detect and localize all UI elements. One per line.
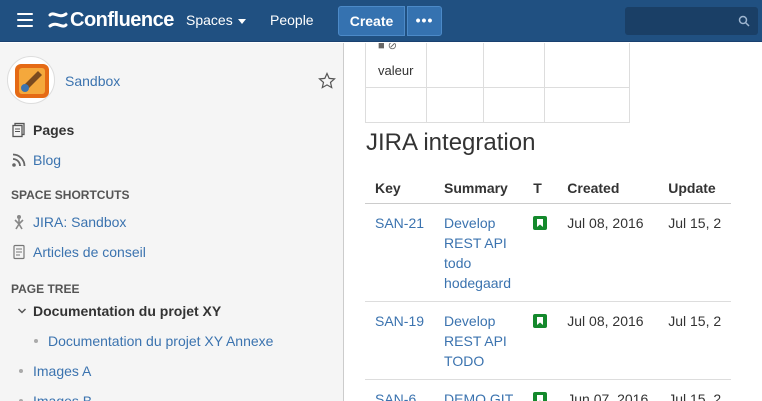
attachment-icons: ■ ⊘ xyxy=(378,43,397,52)
created-date: Jun 07, 2016 xyxy=(557,379,659,401)
space-sidebar: Sandbox Pages Blog SPACE SHORTCUTS JIRA:… xyxy=(0,43,344,401)
space-name-link[interactable]: Sandbox xyxy=(65,73,120,89)
search-icon[interactable] xyxy=(738,15,750,27)
tree-item-root[interactable]: Documentation du projet XY xyxy=(17,303,221,319)
pages-icon xyxy=(12,122,25,138)
column-header[interactable]: Created xyxy=(557,173,659,204)
column-header[interactable]: Summary xyxy=(434,173,524,204)
jira-issues-table: Key Summary T Created Update SAN-21 Deve… xyxy=(365,173,732,401)
column-header[interactable]: Key xyxy=(365,173,435,204)
sandbox-space-icon xyxy=(15,64,49,98)
caret-down-icon xyxy=(237,18,246,24)
confluence-logo[interactable]: Confluence xyxy=(48,8,174,32)
sidebar-item-label: Blog xyxy=(33,152,62,168)
table-row: SAN-6 DEMO GIT Jun 07, 2016 Jul 15, 2 xyxy=(365,379,732,401)
issue-summary-link[interactable]: Develop REST API todo hodegaard xyxy=(444,215,511,291)
search-box[interactable] xyxy=(625,7,758,35)
issue-summary-link[interactable]: Develop REST API TODO xyxy=(444,313,507,369)
issue-key-link[interactable]: SAN-19 xyxy=(375,313,424,329)
rss-icon xyxy=(12,153,26,167)
story-icon xyxy=(533,215,548,230)
shortcut-label: JIRA: Sandbox xyxy=(33,214,127,230)
jira-icon xyxy=(14,215,24,230)
shortcut-label: Articles de conseil xyxy=(33,244,146,260)
sidebar-item-blog[interactable]: Blog xyxy=(11,152,61,168)
brand-name: Confluence xyxy=(70,8,174,31)
table-row: SAN-19 Develop REST API TODO Jul 08, 2016 … xyxy=(365,301,732,380)
confluence-logo-icon xyxy=(48,12,68,28)
created-date: Jul 08, 2016 xyxy=(557,203,659,302)
sidebar-item-label: Pages xyxy=(33,122,75,138)
content-table-fragment xyxy=(365,43,630,123)
bullet-icon xyxy=(34,339,38,343)
table-row: SAN-21 Develop REST API todo hodegaard Jul … xyxy=(365,203,732,302)
space-avatar[interactable] xyxy=(7,56,55,104)
tree-item[interactable]: Images A xyxy=(19,363,91,379)
updated-date: Jul 15, 2 xyxy=(658,301,732,380)
top-navigation-bar: Confluence Spaces People Create ••• xyxy=(0,0,762,42)
updated-date: Jul 15, 2 xyxy=(658,379,732,401)
shortcut-jira-sandbox[interactable]: JIRA: Sandbox xyxy=(11,214,126,230)
search-input[interactable] xyxy=(625,7,735,35)
spaces-label: Spaces xyxy=(186,12,233,28)
articles-icon xyxy=(13,244,25,260)
issue-key-link[interactable]: SAN-21 xyxy=(375,215,424,231)
more-create-options-button[interactable]: ••• xyxy=(407,6,442,36)
sidebar-item-pages[interactable]: Pages xyxy=(11,122,74,138)
issue-summary-link[interactable]: DEMO GIT xyxy=(444,391,513,401)
spaces-menu[interactable]: Spaces xyxy=(186,12,246,28)
tree-item-label: Documentation du projet XY Annexe xyxy=(48,333,274,349)
page-tree-heading: PAGE TREE xyxy=(11,282,80,296)
create-button[interactable]: Create xyxy=(338,6,405,36)
section-heading: JIRA integration xyxy=(366,129,536,156)
page-content: ■ ⊘ valeur JIRA integration Key Summary … xyxy=(345,43,762,401)
tree-item-label: Images B xyxy=(33,393,93,401)
shortcut-articles[interactable]: Articles de conseil xyxy=(11,244,146,260)
people-link[interactable]: People xyxy=(270,12,314,28)
tree-item[interactable]: Images B xyxy=(19,393,92,401)
story-icon xyxy=(533,391,548,401)
table-cell-text: valeur xyxy=(378,63,414,78)
bullet-icon xyxy=(19,369,23,373)
tree-item-label: Images A xyxy=(33,363,92,379)
column-header[interactable]: T xyxy=(523,173,558,204)
space-shortcuts-heading: SPACE SHORTCUTS xyxy=(11,188,130,202)
chevron-down-icon[interactable] xyxy=(17,306,27,316)
updated-date: Jul 15, 2 xyxy=(658,203,732,302)
story-icon xyxy=(533,313,548,328)
tree-item-label: Documentation du projet XY xyxy=(33,303,222,319)
tree-item[interactable]: Documentation du projet XY Annexe xyxy=(34,333,273,349)
issue-key-link[interactable]: SAN-6 xyxy=(375,391,416,401)
hamburger-icon[interactable] xyxy=(17,13,33,27)
star-icon[interactable] xyxy=(318,72,336,90)
created-date: Jul 08, 2016 xyxy=(557,301,659,380)
column-header[interactable]: Update xyxy=(658,173,732,204)
